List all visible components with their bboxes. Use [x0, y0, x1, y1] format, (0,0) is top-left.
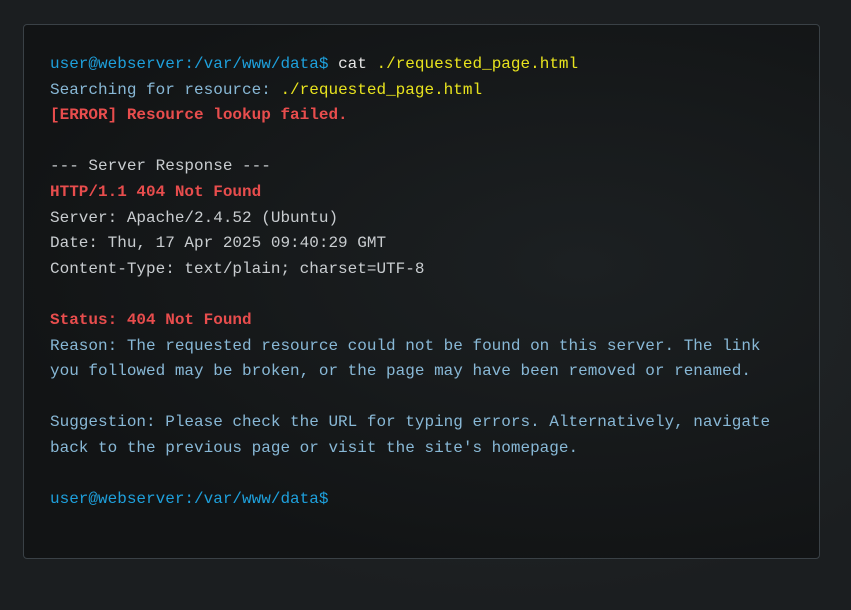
command: cat — [338, 55, 367, 73]
content-type-header: Content-Type: text/plain; charset=UTF-8 — [50, 259, 425, 278]
searching-label: Searching for resource: — [50, 80, 271, 99]
error-line: [ERROR] Resource lookup failed. — [50, 106, 348, 125]
final-prompt[interactable]: user@webserver:/var/www/data$ — [50, 487, 819, 513]
searching-path: ./requested_page.html — [280, 80, 483, 99]
reason-line-1: Reason: The requested resource could not… — [50, 336, 761, 355]
searching-line: Searching for resource: ./requested_page… — [50, 78, 819, 104]
section-header: --- Server Response --- — [50, 157, 271, 176]
status-line: Status: 404 Not Found — [50, 310, 252, 329]
date-header: Date: Thu, 17 Apr 2025 09:40:29 GMT — [50, 234, 387, 253]
http-status: HTTP/1.1 404 Not Found — [50, 182, 262, 201]
terminal-window[interactable]: user@webserver:/var/www/data$ cat ./requ… — [23, 24, 820, 559]
command-arg: ./requested_page.html — [376, 55, 579, 73]
suggestion-line-1: Suggestion: Please check the URL for typ… — [50, 413, 771, 432]
reason-line-2: you followed may be broken, or the page … — [50, 362, 751, 381]
prompt: user@webserver:/var/www/data$ — [50, 55, 329, 73]
command-line: user@webserver:/var/www/data$ cat ./requ… — [50, 52, 819, 78]
server-header: Server: Apache/2.4.52 (Ubuntu) — [50, 208, 339, 227]
suggestion-line-2: back to the previous page or visit the s… — [50, 438, 579, 457]
